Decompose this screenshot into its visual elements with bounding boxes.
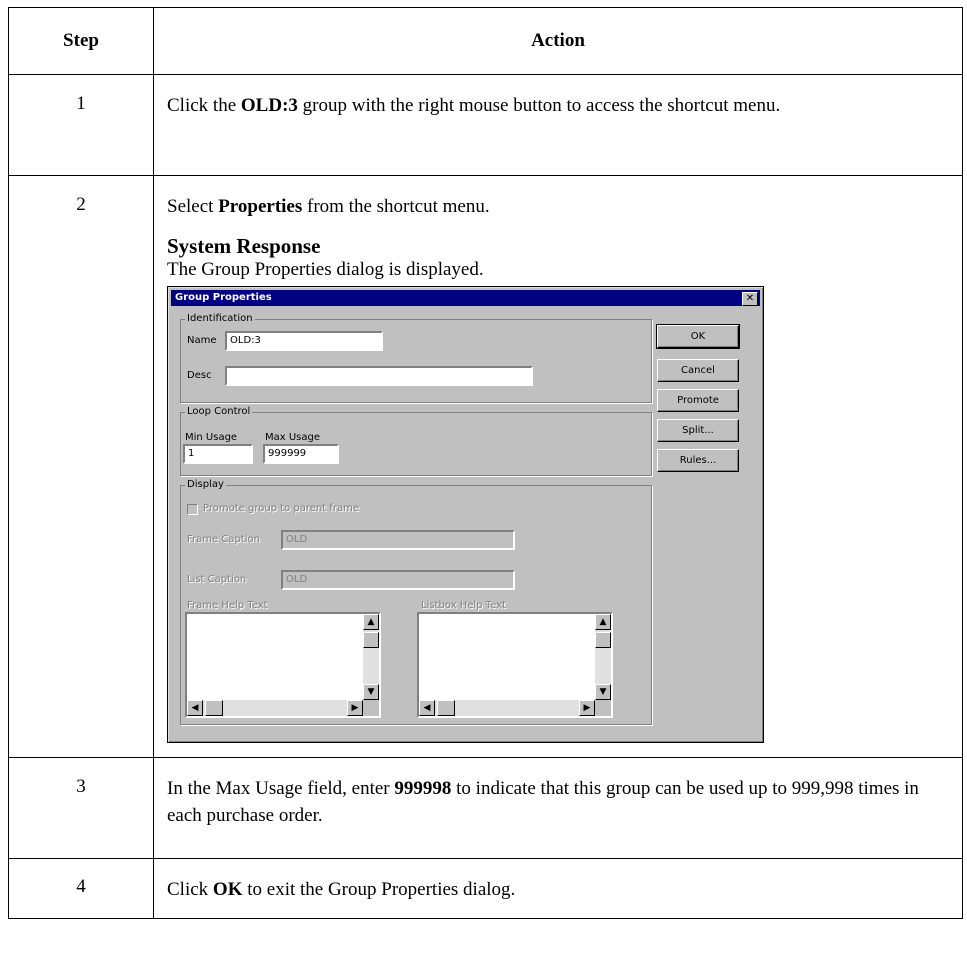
scroll-thumb[interactable]	[205, 700, 223, 716]
ok-button[interactable]: OK	[656, 324, 740, 349]
table-row: 4 Click OK to exit the Group Properties …	[8, 858, 963, 919]
min-usage-label: Min Usage	[185, 432, 238, 443]
action-header: Action	[153, 7, 963, 75]
step-number: 2	[8, 175, 154, 758]
promote-button[interactable]: Promote	[657, 389, 739, 412]
display-label: Display	[185, 479, 226, 491]
vertical-scrollbar[interactable]: ▲ ▼	[363, 614, 379, 700]
display-groupbox: Display Promote group to parent frame Fr…	[180, 479, 652, 725]
frame-help-text-label: Frame Help Text	[187, 600, 268, 611]
vertical-scrollbar[interactable]: ▲ ▼	[595, 614, 611, 700]
action-cell: In the Max Usage field, enter 999998 to …	[153, 757, 963, 859]
dialog-titlebar: Group Properties ✕	[171, 290, 760, 306]
table-row: 1 Click the OLD:3 group with the right m…	[8, 74, 963, 176]
name-field[interactable]: OLD:3	[225, 331, 383, 351]
system-response-text: The Group Properties dialog is displayed…	[167, 259, 484, 280]
action-bold-text: OK	[212, 879, 243, 900]
action-text: In the Max Usage field, enter	[167, 778, 395, 799]
action-cell: Select Properties from the shortcut menu…	[153, 175, 963, 758]
action-bold-text: Properties	[218, 196, 303, 217]
scroll-corner	[595, 700, 611, 716]
action-text: Click the	[167, 95, 241, 116]
max-usage-label: Max Usage	[265, 432, 321, 443]
scroll-corner	[363, 700, 379, 716]
action-text: group with the right mouse button to acc…	[297, 95, 781, 116]
rules-button[interactable]: Rules...	[657, 449, 739, 472]
group-properties-dialog: Group Properties ✕ Identification Name O…	[167, 286, 764, 743]
action-bold-text: OLD:3	[240, 95, 298, 116]
scroll-thumb[interactable]	[437, 700, 455, 716]
scroll-up-icon[interactable]: ▲	[595, 614, 611, 630]
scroll-left-icon[interactable]: ◀	[419, 700, 435, 716]
scroll-down-icon[interactable]: ▼	[595, 684, 611, 700]
identification-label: Identification	[185, 313, 255, 325]
scroll-right-icon[interactable]: ▶	[347, 700, 363, 716]
procedure-table: Step Action 1 Click the OLD:3 group with…	[8, 7, 963, 919]
action-cell: Click the OLD:3 group with the right mou…	[153, 74, 963, 176]
step-number: 1	[8, 74, 154, 176]
frame-caption-field[interactable]: OLD	[281, 530, 515, 550]
horizontal-scrollbar[interactable]: ◀ ▶	[187, 700, 363, 716]
scroll-right-icon[interactable]: ▶	[579, 700, 595, 716]
action-text: Click	[167, 879, 213, 900]
horizontal-scrollbar[interactable]: ◀ ▶	[419, 700, 595, 716]
step-number: 3	[8, 757, 154, 859]
system-response-heading: System Response	[167, 234, 321, 258]
loop-control-label: Loop Control	[185, 406, 253, 418]
identification-groupbox: Identification Name OLD:3 Desc	[180, 313, 652, 403]
action-bold-text: 999998	[394, 778, 452, 799]
action-text: from the shortcut menu.	[302, 196, 490, 217]
promote-to-parent-label: Promote group to parent frame	[203, 503, 360, 514]
list-caption-label: List Caption	[187, 574, 247, 585]
split-button[interactable]: Split...	[657, 419, 739, 442]
frame-help-textbox[interactable]: ▲ ▼ ◀ ▶	[185, 612, 381, 718]
action-text: Select	[167, 196, 219, 217]
listbox-help-text-label: Listbox Help Text	[421, 600, 506, 611]
frame-caption-label: Frame Caption	[187, 534, 260, 545]
name-label: Name	[187, 335, 217, 346]
promote-to-parent-checkbox[interactable]	[187, 504, 198, 515]
scroll-thumb[interactable]	[363, 632, 379, 648]
action-text: to exit the Group Properties dialog.	[242, 879, 516, 900]
step-number: 4	[8, 858, 154, 919]
cancel-button[interactable]: Cancel	[657, 359, 739, 382]
min-usage-field[interactable]: 1	[183, 444, 253, 464]
desc-label: Desc	[187, 370, 212, 381]
max-usage-field[interactable]: 999999	[263, 444, 339, 464]
scroll-up-icon[interactable]: ▲	[363, 614, 379, 630]
action-cell: Click OK to exit the Group Properties di…	[153, 858, 963, 919]
action-line: Select Properties from the shortcut menu…	[167, 193, 948, 220]
scroll-left-icon[interactable]: ◀	[187, 700, 203, 716]
scroll-down-icon[interactable]: ▼	[363, 684, 379, 700]
loop-control-groupbox: Loop Control Min Usage 1 Max Usage 99999…	[180, 406, 652, 476]
list-caption-field[interactable]: OLD	[281, 570, 515, 590]
table-header-row: Step Action	[8, 7, 963, 75]
table-row: 3 In the Max Usage field, enter 999998 t…	[8, 757, 963, 859]
dialog-title: Group Properties	[175, 292, 272, 303]
desc-field[interactable]	[225, 366, 533, 386]
listbox-help-textbox[interactable]: ▲ ▼ ◀ ▶	[417, 612, 613, 718]
table-row: 2 Select Properties from the shortcut me…	[8, 175, 963, 758]
close-icon[interactable]: ✕	[742, 292, 758, 306]
scroll-thumb[interactable]	[595, 632, 611, 648]
step-header: Step	[8, 7, 154, 75]
